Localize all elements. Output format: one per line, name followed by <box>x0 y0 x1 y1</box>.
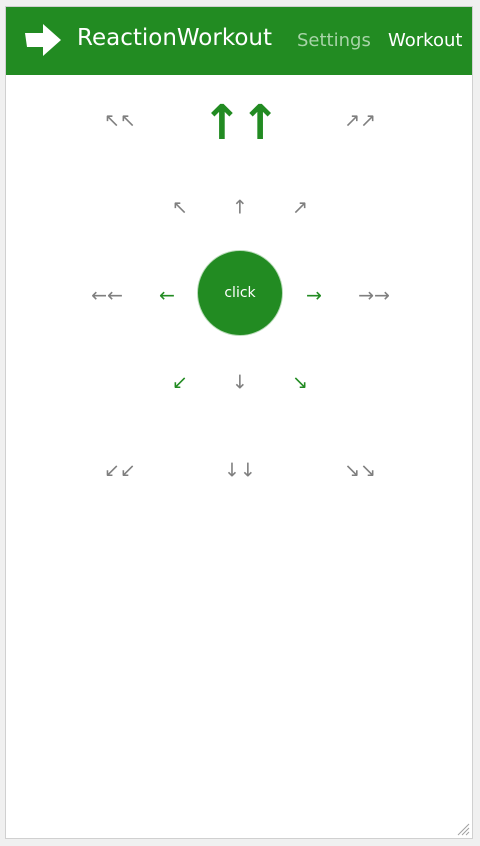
app-window: ReactionWorkout Settings Workout ↖↖ ↑↑ ↗… <box>5 6 473 839</box>
right-arrow-icon <box>25 24 61 56</box>
arrow-up-button[interactable]: ↑ <box>232 198 248 218</box>
arrow-far-down-left-button[interactable]: ↙↙ <box>104 461 136 481</box>
arrow-far-up-left-button[interactable]: ↖↖ <box>104 111 136 131</box>
arrow-down-button[interactable]: ↓ <box>232 373 248 393</box>
arrow-up-right-button[interactable]: ↗ <box>292 198 308 218</box>
arrow-far-up-right-button[interactable]: ↗↗ <box>344 111 376 131</box>
arrow-far-down-right-button[interactable]: ↘↘ <box>344 461 376 481</box>
arrow-left-button[interactable]: ← <box>159 286 175 306</box>
resize-grip-icon[interactable] <box>456 822 470 836</box>
arrow-up-left-button[interactable]: ↖ <box>172 198 188 218</box>
arrow-far-right-button[interactable]: →→ <box>358 286 390 306</box>
arrow-far-up-button[interactable]: ↑↑ <box>202 99 280 147</box>
arrow-right-button[interactable]: → <box>306 286 322 306</box>
nav-workout-link[interactable]: Workout <box>388 30 462 51</box>
app-title: ReactionWorkout <box>77 25 272 51</box>
click-button[interactable]: click <box>197 250 283 336</box>
app-header: ReactionWorkout Settings Workout <box>6 7 472 75</box>
arrow-far-down-button[interactable]: ↓↓ <box>224 461 256 481</box>
arrow-far-left-button[interactable]: ←← <box>91 286 123 306</box>
arrow-down-left-button[interactable]: ↙ <box>172 373 188 393</box>
arrow-down-right-button[interactable]: ↘ <box>292 373 308 393</box>
nav-settings-link[interactable]: Settings <box>297 30 371 51</box>
